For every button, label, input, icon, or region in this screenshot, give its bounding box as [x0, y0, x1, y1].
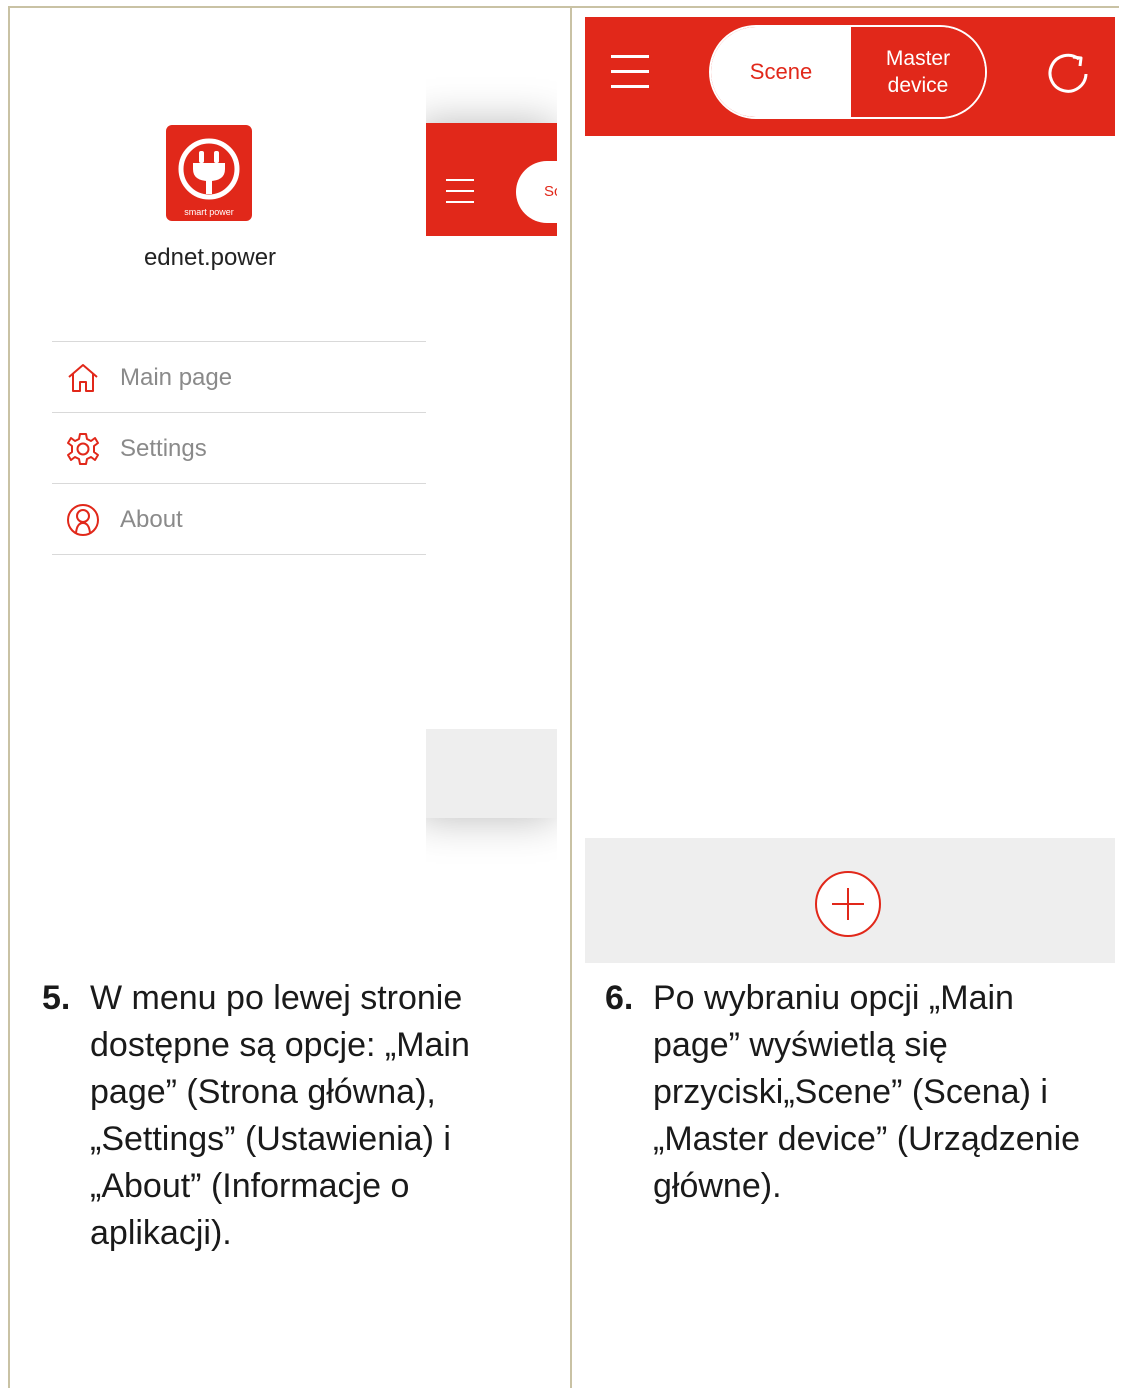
menu-item-main-page[interactable]: Main page	[52, 341, 426, 412]
caption-text: Po wybraniu opcji „Main page” wyświetlą …	[653, 979, 1081, 1205]
app-topbar: Scene Master device	[585, 17, 1115, 136]
main-page-screenshot: Scene Master device	[585, 17, 1115, 963]
caption-step-5: 5. W menu po lewej stronie dostępne są o…	[42, 975, 542, 1257]
menu-item-settings[interactable]: Settings	[52, 412, 426, 483]
user-info-icon	[67, 504, 99, 536]
background-app-footer	[426, 729, 557, 818]
tab-scene[interactable]: Scene	[711, 27, 851, 117]
drawer-menu: Main page Settings About	[52, 341, 426, 555]
caption-step-6: 6. Po wybraniu opcji „Main page” wyświet…	[605, 975, 1105, 1210]
background-scene-tab: Sc	[516, 161, 557, 223]
caption-number: 5.	[42, 979, 71, 1017]
navigation-drawer: smart power ednet.power Main page Settin…	[10, 8, 426, 888]
background-app-peek: Sc	[426, 123, 557, 818]
gear-icon	[67, 433, 99, 465]
drawer-screenshot: Sc smart power ednet.power Main page	[10, 8, 557, 888]
bottom-bar	[585, 838, 1115, 963]
plus-icon[interactable]	[814, 870, 882, 938]
frame-divider	[570, 6, 572, 1388]
caption-number: 6.	[605, 979, 634, 1017]
menu-label-about: About	[120, 506, 183, 533]
menu-item-about[interactable]: About	[52, 483, 426, 555]
app-name: ednet.power	[143, 244, 277, 271]
app-logo: smart power	[166, 125, 252, 221]
hamburger-icon	[446, 179, 474, 205]
menu-label-main-page: Main page	[120, 364, 233, 391]
refresh-icon[interactable]	[1043, 49, 1093, 99]
logo-caption: smart power	[184, 207, 234, 217]
tab-master-device[interactable]: Master device	[851, 27, 985, 117]
background-app-topbar: Sc	[426, 123, 557, 236]
menu-label-settings: Settings	[120, 435, 207, 462]
home-icon	[68, 364, 98, 392]
hamburger-icon[interactable]	[611, 55, 649, 91]
caption-text: W menu po lewej stronie dostępne są opcj…	[90, 979, 470, 1252]
tab-switcher: Scene Master device	[709, 25, 987, 119]
